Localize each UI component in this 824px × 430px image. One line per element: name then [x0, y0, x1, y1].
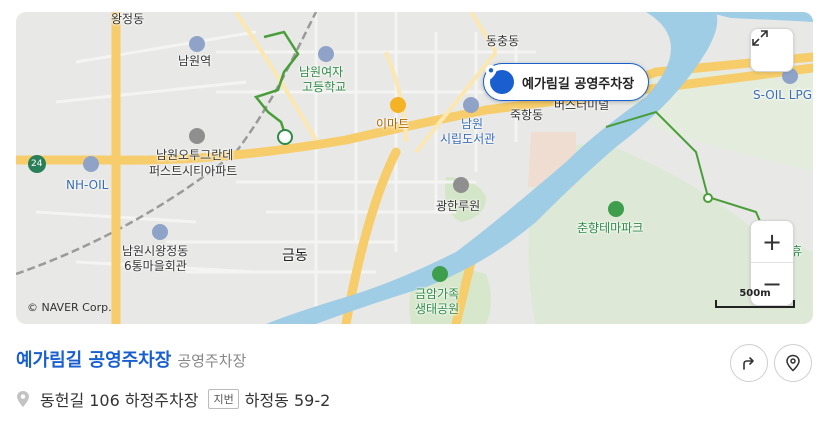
place-name-link[interactable]: 예가림길 공영주차장	[16, 346, 171, 372]
directions-arrow-icon	[743, 357, 754, 370]
gas-station-label: NH-OIL	[66, 178, 109, 192]
scale-line	[715, 300, 795, 308]
emart-label: 이마트	[376, 117, 410, 131]
school-label: 남원여자	[299, 65, 344, 79]
community-hall-icon	[152, 224, 168, 240]
lpg-label: S-OIL LPG	[753, 88, 812, 102]
school-label-2: 고등학교	[302, 80, 347, 94]
shopping-icon	[390, 97, 406, 113]
landmark-icon	[453, 177, 469, 193]
park-icon	[608, 201, 624, 217]
zoom-in-button[interactable]: +	[751, 221, 793, 263]
eco-park-label: 금암가족	[415, 287, 460, 301]
route-number: 24	[31, 159, 43, 169]
location-pin-icon	[485, 65, 514, 94]
directions-button[interactable]	[730, 344, 768, 382]
fullscreen-button[interactable]	[750, 28, 794, 72]
school-icon	[318, 46, 334, 62]
trail-arrow-icon	[277, 129, 293, 145]
gas-station-icon	[83, 156, 99, 172]
marker-label: 예가림길 공영주차장	[522, 76, 635, 92]
scale-bar: 500m	[715, 288, 795, 308]
apartment-label-2: 퍼스트시티아파트	[149, 164, 238, 178]
area-label: 죽항동	[510, 108, 544, 122]
trail-path	[253, 30, 300, 138]
library-label: 남원	[461, 117, 484, 131]
map-pin-icon	[786, 354, 800, 372]
station-label: 남원역	[178, 54, 212, 68]
road-address: 동헌길 106 하정주차장	[40, 391, 199, 410]
community-hall-label: 남원시왕정동	[122, 244, 189, 258]
area-label: 동충동	[486, 34, 520, 48]
area-label: 왕정동	[111, 12, 145, 26]
trail-node	[703, 193, 713, 203]
expand-icon	[752, 30, 768, 46]
address-pin-icon	[17, 391, 29, 407]
selected-place-marker[interactable]: 예가림길 공영주차장	[483, 63, 650, 101]
place-category: 공영주차장	[177, 352, 247, 370]
map-copyright: © NAVER Corp.	[27, 301, 112, 314]
eco-park-icon	[432, 266, 448, 282]
lot-address: 하정동 59-2	[244, 391, 331, 410]
area-label: 금동	[282, 248, 308, 264]
jibun-badge: 지번	[208, 389, 239, 409]
community-hall-label-2: 6통마을회관	[124, 259, 187, 273]
river-upper	[706, 12, 813, 22]
gwanghallu-label: 광한루원	[436, 199, 481, 213]
theme-park-label: 춘향테마파크	[577, 221, 644, 235]
map-view[interactable]: 왕정동 남원역 남원여자 고등학교 동충동 이마트 남원 시립도서관 죽항동 버…	[16, 12, 813, 324]
apartment-label: 남원오투그란데	[156, 148, 234, 162]
address-row: 동헌길 106 하정주차장 지번 하정동 59-2	[16, 387, 330, 411]
scale-label: 500m	[739, 288, 771, 299]
map-canvas[interactable]	[16, 12, 813, 324]
library-label-2: 시립도서관	[440, 132, 496, 146]
apartment-icon	[189, 128, 205, 144]
library-icon	[463, 97, 479, 113]
train-station-icon	[189, 36, 205, 52]
location-button[interactable]	[774, 344, 812, 382]
eco-park-label-2: 생태공원	[415, 302, 460, 316]
place-title-row: 예가림길 공영주차장 공영주차장	[16, 346, 246, 372]
